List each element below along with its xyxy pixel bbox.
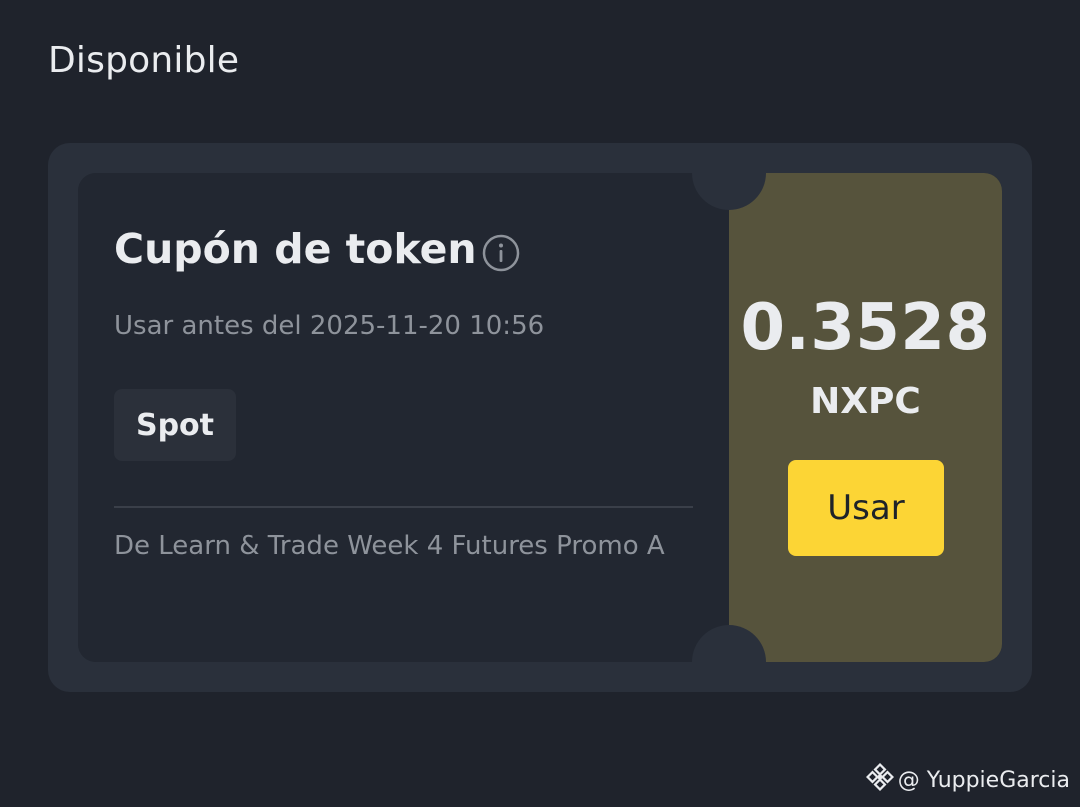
- coupon-details: Cupón de token Usar antes del 2025-11-20…: [78, 173, 729, 662]
- coupon-ticket: Cupón de token Usar antes del 2025-11-20…: [78, 173, 1002, 662]
- coupon-value-panel: 0.3528 NXPC Usar: [729, 173, 1002, 662]
- coupon-title: Cupón de token: [114, 225, 477, 273]
- section-title: Disponible: [48, 40, 240, 81]
- watermark: @ YuppieGarcia: [865, 762, 1070, 797]
- divider: [114, 506, 693, 508]
- coupon-amount: 0.3528: [740, 291, 991, 365]
- coupon-currency: NXPC: [810, 381, 921, 422]
- expiry-date: Usar antes del 2025-11-20 10:56: [114, 311, 545, 341]
- watermark-text: @ YuppieGarcia: [897, 767, 1070, 793]
- binance-logo-icon: [865, 762, 894, 797]
- info-icon[interactable]: [482, 234, 520, 272]
- coupon-source: De Learn & Trade Week 4 Futures Promo A: [114, 531, 665, 561]
- use-button[interactable]: Usar: [788, 460, 944, 556]
- spot-tag: Spot: [114, 389, 236, 461]
